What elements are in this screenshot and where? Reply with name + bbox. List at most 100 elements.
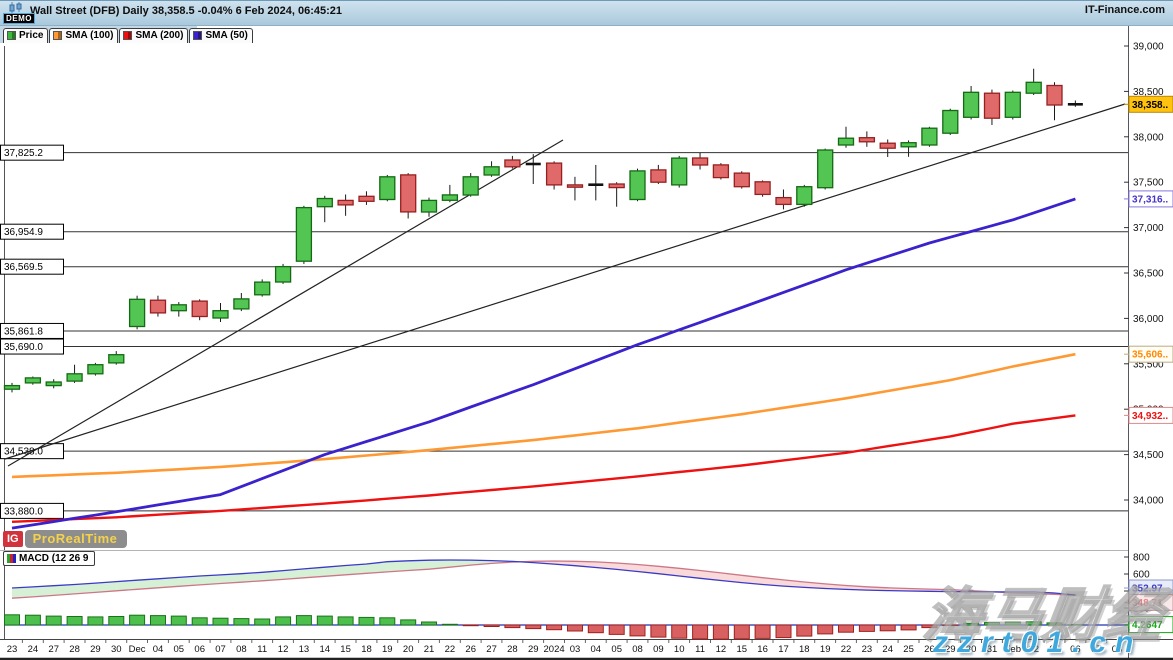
legend-sma50-label: SMA (50) [205, 30, 247, 41]
svg-text:38,000: 38,000 [1133, 132, 1164, 143]
svg-text:13: 13 [299, 644, 310, 655]
macd-value-callout: 352.97 [1124, 580, 1173, 596]
legend-bar: Price SMA (100) SMA (200) SMA (50) [0, 26, 197, 43]
svg-text:37,316..: 37,316.. [1132, 194, 1168, 205]
svg-text:15: 15 [340, 644, 351, 655]
svg-text:28: 28 [69, 644, 80, 655]
svg-text:07: 07 [215, 644, 226, 655]
svg-text:36,500: 36,500 [1133, 269, 1164, 280]
svg-text:35,861.8: 35,861.8 [4, 326, 43, 337]
svg-text:12: 12 [716, 644, 727, 655]
svg-text:34,000: 34,000 [1133, 496, 1164, 507]
svg-text:28: 28 [507, 644, 518, 655]
svg-text:30: 30 [111, 644, 122, 655]
sma-value-callout: 37,316.. [1124, 191, 1173, 207]
svg-text:19: 19 [820, 644, 831, 655]
svg-text:08: 08 [236, 644, 247, 655]
svg-text:26: 26 [924, 644, 935, 655]
svg-text:02: 02 [1028, 644, 1039, 655]
svg-text:05: 05 [1049, 644, 1060, 655]
svg-text:34,932..: 34,932.. [1132, 411, 1168, 422]
svg-text:35,606..: 35,606.. [1132, 350, 1168, 361]
price-levels: 37,825.2 36,954.9 36,569.5 35,861.8 35,690.0… [1, 145, 1129, 518]
svg-text:06: 06 [194, 644, 205, 655]
svg-text:08: 08 [632, 644, 643, 655]
legend-sma200-tab[interactable]: SMA (200) [119, 28, 188, 43]
svg-text:04: 04 [153, 644, 164, 655]
svg-text:18: 18 [799, 644, 810, 655]
sma-lines [12, 199, 1075, 528]
candles-layer [5, 69, 1083, 393]
sma200-swatch-icon [123, 31, 132, 40]
svg-text:29: 29 [90, 644, 101, 655]
svg-text:29: 29 [945, 644, 956, 655]
svg-text:800: 800 [1133, 553, 1150, 564]
svg-text:38,358..: 38,358.. [1132, 100, 1168, 111]
sma-value-callout: 35,606.. [1124, 346, 1173, 362]
svg-text:18: 18 [361, 644, 372, 655]
svg-text:30: 30 [966, 644, 977, 655]
legend-sma100-tab[interactable]: SMA (100) [49, 28, 118, 43]
svg-text:22: 22 [841, 644, 852, 655]
trendlines[interactable] [5, 104, 1125, 466]
legend-price-label: Price [19, 30, 43, 41]
svg-text:24: 24 [28, 644, 39, 655]
svg-text:Feb: Feb [1005, 644, 1021, 655]
svg-text:10: 10 [674, 644, 685, 655]
svg-text:36,569.5: 36,569.5 [4, 262, 43, 273]
sma100-swatch-icon [53, 31, 62, 40]
header-bar: DEMO Wall Street (DFB) Daily 38,358.5 -0… [0, 0, 1173, 26]
window-title: Wall Street (DFB) Daily 38,358.5 -0.04% … [30, 1, 342, 17]
svg-text:14: 14 [320, 644, 331, 655]
legend-price-tab[interactable]: Price [3, 28, 48, 43]
macd-value-callout: 4.2647 [1124, 617, 1173, 633]
svg-text:20: 20 [403, 644, 414, 655]
svg-text:23: 23 [7, 644, 18, 655]
svg-text:37,500: 37,500 [1133, 178, 1164, 189]
date-axis: 23 24 27 28 29 30 Dec 04 05 06 07 08 11 12 13 14 15 18 19 2… [7, 640, 1128, 655]
svg-text:25: 25 [903, 644, 914, 655]
svg-text:36,954.9: 36,954.9 [4, 227, 43, 238]
sma-value-callout: 34,932.. [1124, 407, 1173, 423]
site-link[interactable]: IT-Finance.com [1085, 1, 1173, 16]
svg-text:17: 17 [778, 644, 789, 655]
prorealtime-wordmark: ProRealTime [25, 530, 128, 548]
legend-sma200-label: SMA (200) [135, 30, 183, 41]
svg-text:06: 06 [1070, 644, 1081, 655]
svg-text:34,500: 34,500 [1133, 450, 1164, 461]
svg-text:33,880.0: 33,880.0 [4, 506, 43, 517]
svg-text:03: 03 [570, 644, 581, 655]
svg-text:600: 600 [1133, 570, 1150, 581]
svg-text:15: 15 [737, 644, 748, 655]
macd-pane [4, 560, 1128, 639]
svg-text:4.2647: 4.2647 [1132, 620, 1163, 631]
demo-badge: DEMO [3, 13, 35, 24]
svg-text:26: 26 [465, 644, 476, 655]
svg-text:19: 19 [382, 644, 393, 655]
trading-app-window: 39,00038,50038,00037,50037,00036,50036,0… [0, 0, 1173, 660]
legend-sma100-label: SMA (100) [65, 30, 113, 41]
svg-text:11: 11 [257, 644, 267, 655]
macd-indicator-tab[interactable]: MACD (12 26 9 [3, 551, 95, 566]
svg-text:352.97: 352.97 [1132, 584, 1163, 595]
macd-icon [7, 554, 16, 563]
svg-text:35,690.0: 35,690.0 [4, 342, 43, 353]
legend-sma50-tab[interactable]: SMA (50) [189, 28, 252, 43]
svg-text:27: 27 [486, 644, 497, 655]
svg-text:27: 27 [48, 644, 59, 655]
macd-tab-label: MACD (12 26 9 [19, 553, 88, 564]
svg-text:05: 05 [611, 644, 622, 655]
svg-text:39,000: 39,000 [1133, 42, 1164, 53]
svg-text:Dec: Dec [129, 644, 146, 655]
svg-text:22: 22 [445, 644, 456, 655]
svg-text:37,825.2: 37,825.2 [4, 148, 43, 159]
svg-text:31: 31 [987, 644, 998, 655]
svg-text:07: 07 [1091, 644, 1102, 655]
svg-text:348.71: 348.71 [1132, 598, 1163, 609]
svg-text:12: 12 [278, 644, 289, 655]
svg-text:2024: 2024 [544, 644, 565, 655]
last-price-callout: 38,358.. [1124, 96, 1173, 112]
svg-text:29: 29 [528, 644, 539, 655]
chart-canvas[interactable]: 39,00038,50038,00037,50037,00036,50036,0… [0, 0, 1173, 660]
svg-text:09: 09 [653, 644, 664, 655]
